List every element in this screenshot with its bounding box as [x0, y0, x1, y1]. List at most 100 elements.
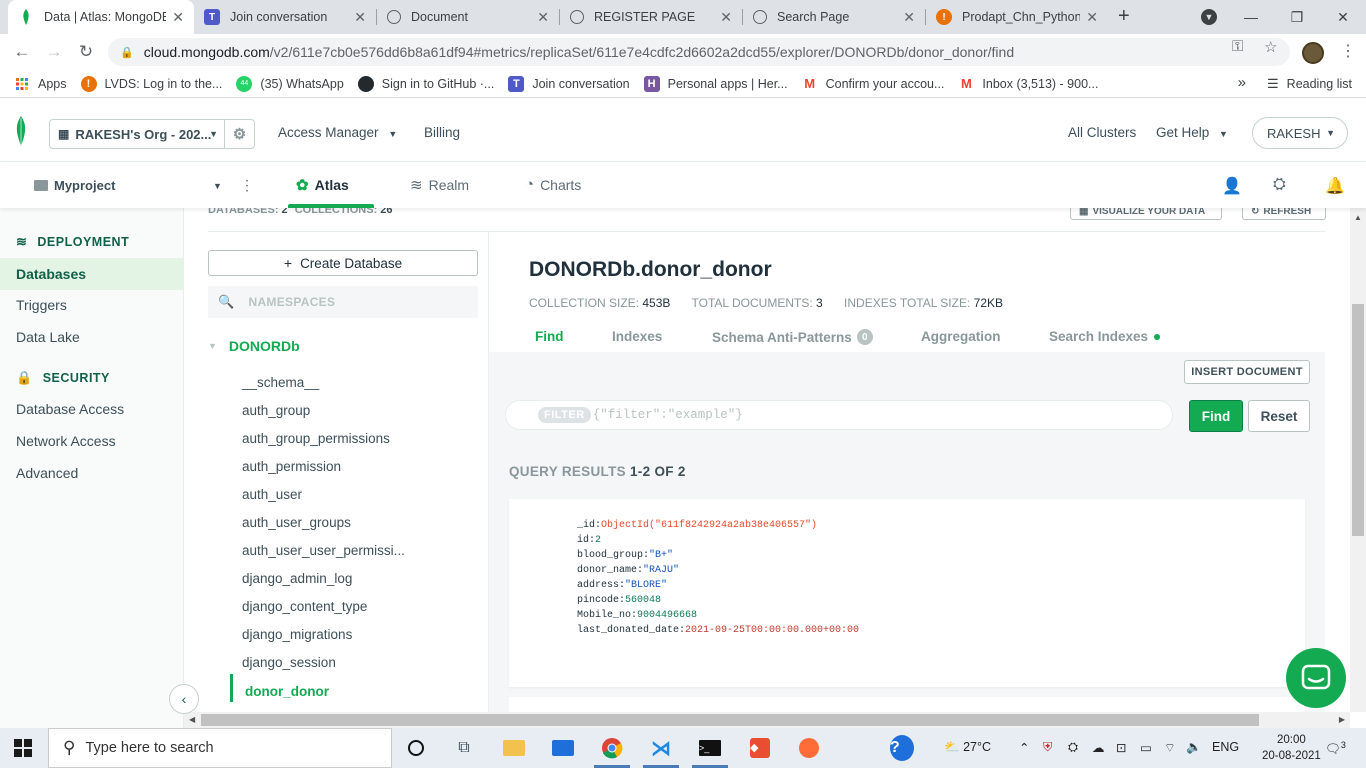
task-view-icon[interactable]: ⧉ [452, 736, 476, 760]
tab-charts[interactable]: ◔ Charts [525, 176, 581, 193]
refresh-button[interactable]: ↻ REFRESH [1242, 208, 1326, 220]
key-icon[interactable]: ⚿ [1232, 38, 1243, 55]
weather-widget[interactable]: ⛅ 27°C [944, 740, 991, 755]
tab-schema-anti-patterns[interactable]: Schema Anti-Patterns 0 [712, 329, 873, 345]
bookmark-github[interactable]: Sign in to GitHub ·... [357, 75, 494, 92]
vertical-scrollbar[interactable]: ▲ [1350, 208, 1366, 712]
collection-item[interactable]: auth_group_permissions [242, 431, 390, 446]
scroll-right-arrow-icon[interactable]: ▶ [1339, 715, 1345, 724]
tab-find[interactable]: Find [535, 329, 564, 344]
get-help-menu[interactable]: Get Help ▼ [1156, 125, 1228, 140]
restore-icon[interactable]: ❐ [1274, 0, 1320, 34]
database-item-donordb[interactable]: ▼ DONORDb [208, 338, 300, 354]
volume-icon[interactable]: 🔈 [1186, 740, 1202, 755]
document-card[interactable] [509, 697, 1305, 712]
collection-item[interactable]: django_migrations [242, 627, 352, 642]
security-icon[interactable]: ⛭ [1068, 740, 1078, 755]
sidebar-item-advanced[interactable]: Advanced [16, 465, 78, 481]
sidebar-item-database-access[interactable]: Database Access [16, 401, 124, 417]
reload-icon[interactable]: ↻ [74, 40, 98, 64]
vscode-icon[interactable]: ⋊ [649, 736, 673, 760]
scroll-thumb[interactable] [1352, 304, 1364, 536]
browser-menu-icon[interactable]: ⋮ [1340, 41, 1356, 61]
browser-tab-document[interactable]: Document ✕ [377, 0, 559, 34]
terminal-icon[interactable]: >_ [698, 736, 722, 760]
tab-aggregation[interactable]: Aggregation [921, 329, 1001, 344]
collection-item-donor-donor[interactable]: donor_donor [245, 684, 329, 699]
battery-icon[interactable]: ▭ [1140, 740, 1152, 755]
close-icon[interactable]: ✕ [354, 9, 366, 26]
collection-item[interactable]: auth_user_user_permissi... [242, 543, 405, 558]
browser-tab-teams[interactable]: T Join conversation ✕ [194, 0, 376, 34]
tab-atlas[interactable]: ✿ Atlas [296, 176, 349, 194]
taskbar-search-input[interactable]: ⚲ Type here to search [48, 728, 392, 768]
reset-button[interactable]: Reset [1248, 400, 1310, 432]
browser-tab-prodapt[interactable]: ! Prodapt_Chn_Python_ ✕ [926, 0, 1108, 34]
notifications-icon[interactable]: 🗨3 [1325, 740, 1346, 757]
mail-icon[interactable] [551, 736, 575, 760]
tab-search-chevron-icon[interactable]: ▼ [1186, 0, 1232, 34]
bookmark-gmail-inbox[interactable]: M Inbox (3,513) - 900... [958, 76, 1098, 92]
collection-item[interactable]: auth_permission [242, 459, 341, 474]
activity-feed-icon[interactable]: ⛭ [1273, 176, 1286, 194]
collection-item[interactable]: auth_user_groups [242, 515, 351, 530]
back-arrow-icon[interactable]: ← [10, 40, 34, 64]
star-icon[interactable]: ☆ [1264, 38, 1277, 56]
bookmark-gmail-confirm[interactable]: M Confirm your accou... [802, 76, 944, 92]
sidebar-item-triggers[interactable]: Triggers [16, 297, 67, 313]
create-database-button[interactable]: + Create Database [208, 250, 478, 276]
help-icon[interactable]: ? [890, 735, 914, 761]
scroll-thumb[interactable] [201, 714, 1259, 726]
user-menu[interactable]: RAKESH ▼ [1252, 117, 1348, 149]
more-vertical-icon[interactable]: ⋮ [240, 177, 254, 194]
sidebar-item-data-lake[interactable]: Data Lake [16, 329, 80, 345]
close-icon[interactable]: ✕ [903, 9, 915, 26]
document-card[interactable]: _id:ObjectId("611f8242924a2ab38e406557")… [509, 499, 1305, 687]
language-indicator[interactable]: ENG [1212, 740, 1239, 754]
all-clusters-link[interactable]: All Clusters [1068, 125, 1136, 140]
mcafee-icon[interactable]: ⛨ [1043, 740, 1052, 755]
cortana-icon[interactable] [404, 736, 428, 760]
access-manager-menu[interactable]: Access Manager ▼ [278, 125, 397, 140]
close-icon[interactable]: ✕ [720, 9, 732, 26]
sidebar-item-network-access[interactable]: Network Access [16, 433, 116, 449]
collection-item[interactable]: auth_group [242, 403, 310, 418]
close-icon[interactable]: ✕ [1086, 9, 1098, 26]
windows-start-icon[interactable] [14, 739, 32, 757]
browser-tab-atlas[interactable]: Data | Atlas: MongoDB ✕ [8, 0, 194, 34]
collection-item[interactable]: django_admin_log [242, 571, 352, 586]
bell-icon[interactable]: 🔔 [1325, 176, 1345, 196]
tab-indexes[interactable]: Indexes [612, 329, 662, 344]
invite-user-icon[interactable]: 👤 [1222, 176, 1242, 196]
gear-icon[interactable]: ⚙ [224, 120, 254, 148]
new-tab-plus-icon[interactable]: + [1118, 5, 1130, 28]
project-selector[interactable]: Myproject [34, 178, 115, 193]
visualize-data-button[interactable]: ▦ VISUALIZE YOUR DATA [1070, 208, 1222, 220]
close-icon[interactable]: ✕ [537, 9, 549, 26]
url-field[interactable]: 🔒 cloud.mongodb.com/v2/611e7cb0e576dd6b8… [108, 38, 1290, 66]
chrome-icon[interactable] [600, 736, 624, 760]
file-explorer-icon[interactable] [502, 736, 526, 760]
collection-item[interactable]: django_content_type [242, 599, 367, 614]
caret-down-icon[interactable]: ▼ [213, 181, 222, 191]
billing-link[interactable]: Billing [424, 125, 460, 140]
sidebar-item-databases[interactable]: Databases [16, 266, 86, 282]
scroll-up-arrow-icon[interactable]: ▲ [1354, 213, 1362, 222]
tab-realm[interactable]: ≋ Realm [410, 176, 469, 194]
git-icon[interactable]: ◆ [748, 736, 772, 760]
browser-tab-register[interactable]: REGISTER PAGE ✕ [560, 0, 742, 34]
window-close-icon[interactable]: ✕ [1320, 0, 1366, 34]
bookmark-lvds[interactable]: ! LVDS: Log in to the... [80, 75, 222, 92]
scroll-left-arrow-icon[interactable]: ◀ [189, 715, 195, 724]
reading-list-button[interactable]: ☰ Reading list [1267, 76, 1352, 92]
wifi-icon[interactable]: ⌔ [1164, 740, 1176, 756]
filter-input[interactable]: FILTER {"filter":"example"} [505, 400, 1173, 430]
chat-support-icon[interactable] [1286, 648, 1346, 708]
collapse-sidebar-chevron-icon[interactable]: ‹ [169, 684, 199, 714]
chevron-right-double-icon[interactable]: » [1238, 74, 1246, 91]
horizontal-scrollbar[interactable]: ◀ ▶ [184, 712, 1350, 728]
forward-arrow-icon[interactable]: → [42, 40, 66, 64]
minimize-icon[interactable]: — [1228, 0, 1274, 34]
insert-document-button[interactable]: INSERT DOCUMENT [1184, 360, 1310, 384]
cloud-icon[interactable]: ☁ [1092, 740, 1105, 755]
